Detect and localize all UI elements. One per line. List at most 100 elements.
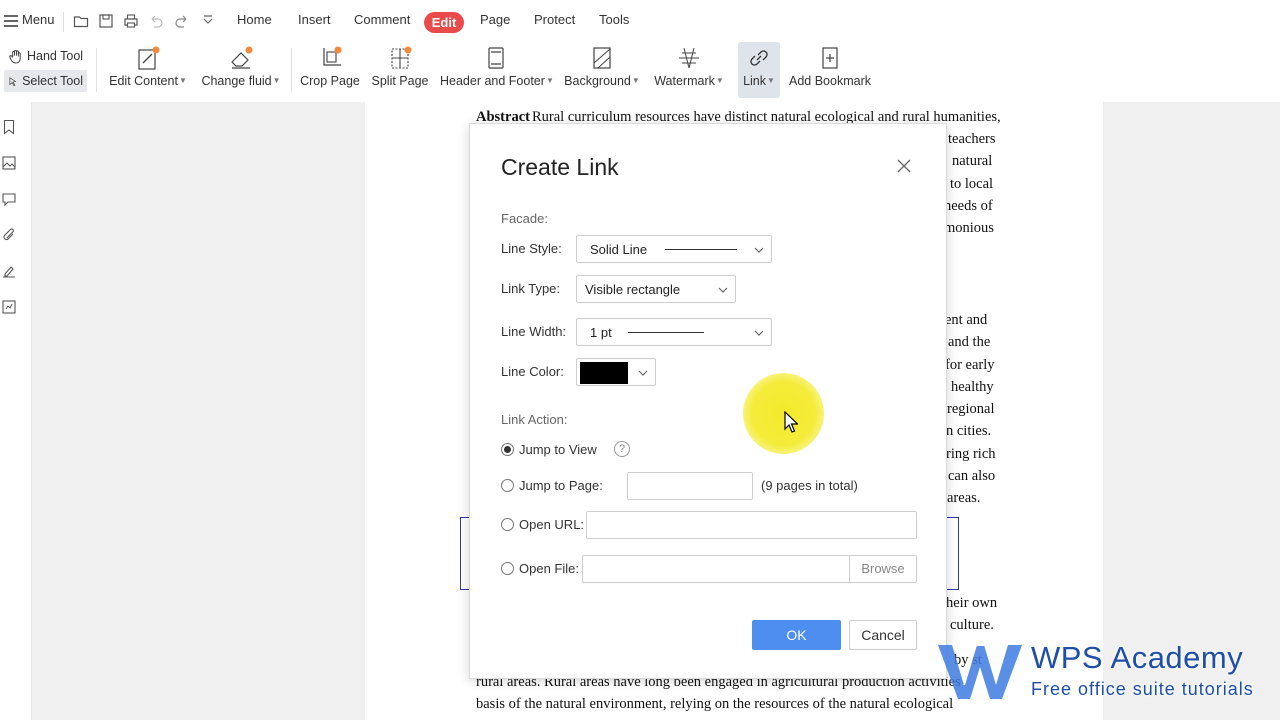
ok-button[interactable]: OK [752,620,841,650]
line-width-select[interactable]: 1 pt [576,318,772,346]
chevron-down-icon [638,370,648,376]
create-link-dialog: Create Link Facade: Line Style: Solid Li… [469,123,947,679]
document-line: ent and [945,312,988,328]
tab-comment[interactable]: Comment [354,12,410,27]
document-line: can also [948,468,996,484]
watermark-subtitle: Free office suite tutorials [1031,679,1254,699]
open-file-label[interactable]: Open File: [519,561,579,576]
close-icon[interactable] [896,158,912,174]
background-icon [593,47,611,69]
save-icon[interactable] [98,13,114,29]
watermark-button[interactable]: Watermark▼ [652,42,726,98]
eraser-icon [231,46,253,69]
menu-button[interactable]: Menu [22,12,55,27]
document-line: n cities. [946,423,992,439]
menu-bar: Menu Home Insert Comment Edit Page Prote… [0,0,1280,42]
open-file-radio[interactable] [501,562,514,575]
tab-tools[interactable]: Tools [599,12,629,27]
document-line: basis of the natural environment, relyin… [476,696,954,712]
color-swatch [580,362,628,384]
signature-icon[interactable] [1,263,17,279]
link-button[interactable]: Link▼ [738,42,780,98]
header-footer-button[interactable]: Header and Footer▼ [440,42,554,98]
jump-to-view-label[interactable]: Jump to View [519,442,597,457]
comment-icon[interactable] [1,191,17,207]
document-line: monious [944,220,994,236]
print-icon[interactable] [123,13,139,29]
crop-icon [323,46,342,66]
chevron-down-icon: ▼ [767,76,775,85]
tab-home[interactable]: Home [237,12,272,27]
thumbnail-image-icon[interactable] [1,155,17,171]
document-line: for early [945,357,995,373]
url-input[interactable] [586,511,917,539]
chevron-down-icon [754,247,764,253]
hamburger-menu-icon[interactable] [3,13,19,29]
link-action-section-label: Link Action: [501,412,568,427]
bookmark-icon[interactable] [1,119,17,135]
redo-icon[interactable] [174,13,190,29]
add-bookmark-label: Add Bookmark [789,74,871,88]
undo-icon[interactable] [148,13,164,29]
document-line: culture. [950,617,994,633]
form-field-icon[interactable] [1,299,17,315]
tab-insert[interactable]: Insert [298,12,331,27]
dialog-title: Create Link [501,154,619,180]
customize-dropdown-icon[interactable] [200,13,216,29]
crop-page-label: Crop Page [300,74,360,88]
chevron-down-icon: ▼ [715,76,724,85]
tab-page[interactable]: Page [480,12,510,27]
open-folder-icon[interactable] [73,13,89,29]
hand-icon [9,49,21,64]
left-sidebar [0,102,32,720]
document-line: healthy [951,379,994,395]
chevron-down-icon: ▼ [272,76,281,85]
browse-button[interactable]: Browse [849,556,916,582]
document-line: areas. [947,490,981,506]
watermark-label: Watermark [654,74,715,88]
wps-academy-logo [938,644,1022,699]
link-type-select[interactable]: Visible rectangle [576,275,736,303]
help-icon[interactable]: ? [614,441,630,457]
jump-to-page-radio[interactable] [501,479,514,492]
line-width-sample [628,332,704,333]
open-url-label[interactable]: Open URL: [519,517,584,532]
cancel-button[interactable]: Cancel [849,620,917,650]
jump-to-page-label[interactable]: Jump to Page: [519,478,603,493]
menu-separator [63,12,64,32]
line-style-select[interactable]: Solid Line [576,235,772,263]
change-fluid-button[interactable]: Change fluid▼ [199,42,283,98]
cursor-arrow-icon [9,76,17,86]
crop-page-button[interactable]: Crop Page [299,42,361,98]
mouse-pointer-icon [784,411,798,433]
header-footer-icon [488,47,504,69]
line-style-value: Solid Line [590,242,648,257]
add-bookmark-button[interactable]: Add Bookmark [788,42,872,98]
line-width-value: 1 pt [590,325,612,340]
document-line: ring rich [946,446,996,462]
tab-protect[interactable]: Protect [534,12,575,27]
background-button[interactable]: Background▼ [562,42,642,98]
split-page-label: Split Page [371,74,429,88]
edit-ribbon: Hand Tool Select Tool Edit Content▼ Chan… [0,42,1280,102]
ribbon-separator [96,48,97,92]
watermark-title: WPS Academy [1031,640,1244,675]
hand-tool-button[interactable]: Hand Tool [4,45,87,67]
tab-edit[interactable]: Edit [424,12,464,33]
page-number-input[interactable] [627,472,753,500]
line-color-picker[interactable] [576,358,656,386]
edit-content-label: Edit Content [109,74,178,88]
chevron-down-icon [754,330,764,336]
select-tool-button[interactable]: Select Tool [4,70,87,92]
document-line: needs of [944,198,993,214]
file-path-field[interactable]: Browse [582,555,917,583]
split-page-button[interactable]: Split Page [369,42,431,98]
jump-to-view-radio[interactable] [501,443,514,456]
document-line: to local [950,176,994,192]
document-line: heir own [946,595,998,611]
edit-content-button[interactable]: Edit Content▼ [106,42,190,98]
link-label: Link [743,74,766,88]
attachment-icon[interactable] [1,227,17,243]
chevron-down-icon [718,287,728,293]
open-url-radio[interactable] [501,518,514,531]
